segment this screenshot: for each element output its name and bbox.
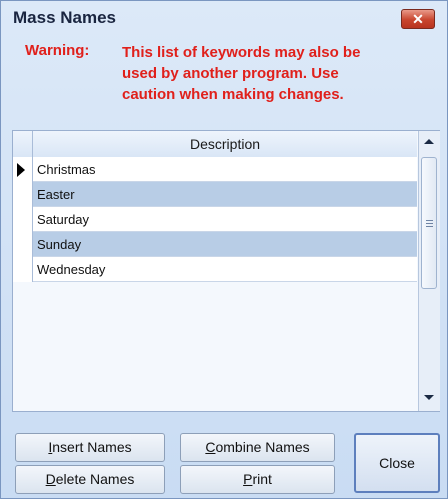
combine-names-button[interactable]: Combine Names bbox=[180, 433, 335, 462]
warning-label: Warning: bbox=[25, 42, 90, 59]
delete-names-button[interactable]: Delete Names bbox=[15, 465, 165, 494]
vertical-scrollbar[interactable] bbox=[418, 131, 440, 411]
title-bar: Mass Names ✕ bbox=[1, 1, 447, 35]
button-label: nsert Names bbox=[52, 439, 132, 455]
table-row[interactable]: Christmas bbox=[13, 157, 417, 182]
warning-line: caution when making changes. bbox=[122, 86, 344, 103]
grip-line bbox=[426, 223, 433, 224]
warning-message: This list of keywords may also be used b… bbox=[122, 42, 422, 105]
table-row[interactable]: Easter bbox=[13, 182, 417, 207]
row-selector[interactable] bbox=[13, 257, 33, 282]
current-row-arrow-icon bbox=[17, 163, 25, 177]
description-cell[interactable]: Sunday bbox=[33, 232, 417, 257]
row-selector[interactable] bbox=[13, 157, 33, 182]
grip-line bbox=[426, 220, 433, 221]
mnemonic-letter: C bbox=[205, 439, 216, 455]
close-button[interactable]: Close bbox=[354, 433, 440, 493]
button-label: elete Names bbox=[55, 471, 135, 487]
grip-line bbox=[426, 226, 433, 227]
row-selector-header bbox=[13, 131, 33, 157]
description-cell[interactable]: Saturday bbox=[33, 207, 417, 232]
warning-line: This list of keywords may also be bbox=[122, 44, 361, 61]
table-row[interactable]: Saturday bbox=[13, 207, 417, 232]
scroll-up-icon[interactable] bbox=[424, 139, 434, 144]
insert-names-button[interactable]: Insert Names bbox=[15, 433, 165, 462]
scroll-down-icon[interactable] bbox=[424, 395, 434, 400]
table-row[interactable]: Wednesday bbox=[13, 257, 417, 282]
button-label: ombine Names bbox=[215, 439, 310, 455]
row-selector[interactable] bbox=[13, 207, 33, 232]
mnemonic-letter: D bbox=[45, 471, 56, 487]
close-window-icon[interactable]: ✕ bbox=[401, 9, 435, 29]
table-row[interactable]: Sunday bbox=[13, 232, 417, 257]
grid-header: Description bbox=[13, 131, 417, 158]
description-cell[interactable]: Wednesday bbox=[33, 257, 417, 282]
window-title: Mass Names bbox=[13, 8, 117, 27]
column-header-description[interactable]: Description bbox=[33, 131, 417, 157]
warning-line: used by another program. Use bbox=[122, 65, 339, 82]
mass-names-dialog: Mass Names ✕ Warning: This list of keywo… bbox=[0, 0, 448, 499]
print-button[interactable]: Print bbox=[180, 465, 335, 494]
description-cell[interactable]: Easter bbox=[33, 182, 417, 207]
row-selector[interactable] bbox=[13, 232, 33, 257]
button-label: rint bbox=[252, 471, 272, 487]
description-cell[interactable]: Christmas bbox=[33, 157, 417, 182]
row-selector[interactable] bbox=[13, 182, 33, 207]
scroll-thumb[interactable] bbox=[421, 157, 437, 289]
keywords-grid[interactable]: Description Christmas Easter Saturday Su… bbox=[12, 130, 440, 412]
